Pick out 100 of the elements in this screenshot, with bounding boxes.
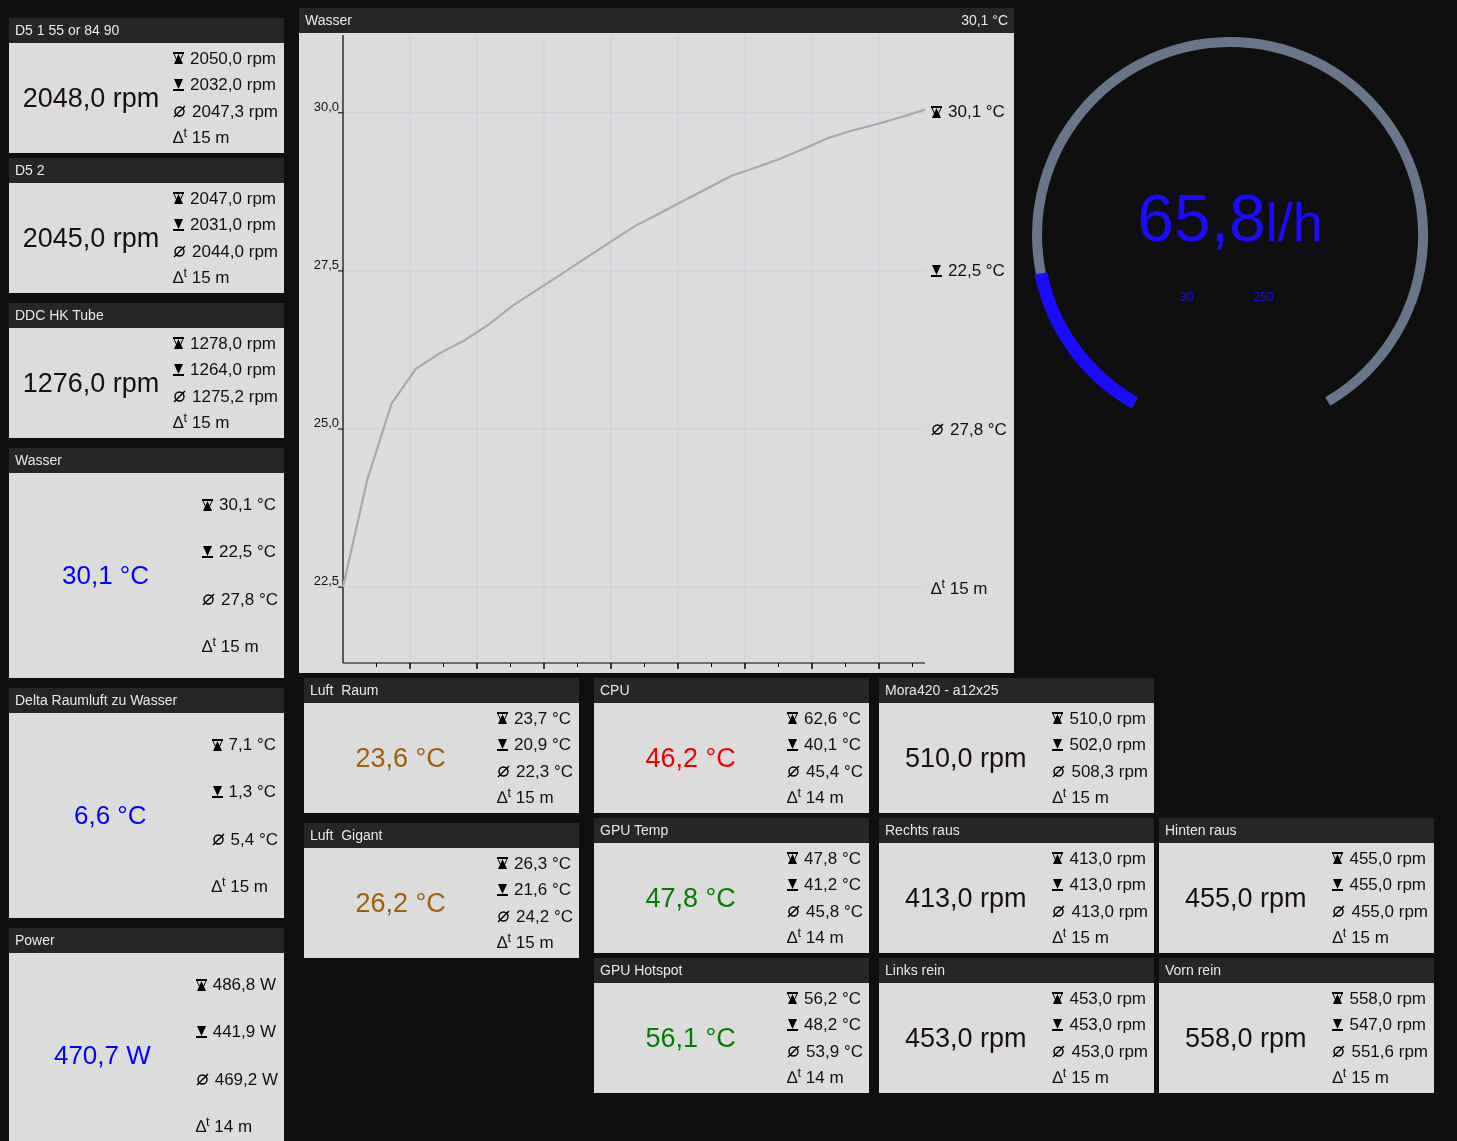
tile-title: Wasser [15,451,62,470]
max-icon [173,52,184,65]
stat-text: 21,6 °C [514,881,571,899]
flow-value: 65,8 [1137,185,1266,251]
stat-text: 23,7 °C [514,709,571,727]
y-tick-label: 25,0 [313,415,339,430]
sensor-value: 26,2 °C [355,886,446,920]
average-icon [173,244,186,258]
min-icon [211,785,223,798]
sensor-value: 6,6 °C [74,799,147,832]
min-icon [497,738,509,751]
max-icon [195,978,207,991]
max-icon [787,852,799,865]
min-icon [1052,738,1064,751]
y-tick-label: 30,0 [313,98,339,114]
stat-text: 22,3 °C [516,762,573,780]
average-icon [1052,904,1066,918]
sensor-value: 413,0 rpm [904,881,1027,915]
max-icon [787,712,799,725]
sensor-value: 47,8 °C [645,881,736,915]
average-icon [931,423,944,436]
max-icon [931,105,942,118]
stat-text: ∆$^{t}$ 14 m [787,789,845,807]
tile-title: D5 1 55 or 84 90 [15,21,120,40]
stat-text: 1,3 °C [228,783,276,801]
sensor-value: 2048,0 rpm [22,81,160,115]
stat-text: 502,0 rpm [1069,736,1146,754]
tile-title: Rechts raus [885,821,960,840]
average-icon [1332,1044,1346,1058]
stat-text: 551,6 rpm [1351,1042,1428,1060]
max-icon [211,738,223,751]
stat-text: ∆$^{t}$ 15 m [202,637,260,655]
sensor-value: 56,1 °C [645,1021,736,1055]
stat-text: ∆$^{t}$ 15 m [1332,1069,1390,1087]
sensor-value: 470,7 W [53,1039,151,1072]
stat-text: ∆$^{t}$ 15 m [173,129,231,147]
stat-text: 30,1 °C [219,496,276,514]
max-icon [173,337,184,350]
stat-text: 547,0 rpm [1349,1016,1426,1034]
stat-text: 40,1 °C [804,736,861,754]
sensor-value: 1276,0 rpm [22,366,160,400]
stat-text: 455,0 rpm [1349,876,1426,894]
stat-text: 1264,0 rpm [190,361,276,379]
flow-unit: l/h [1265,195,1323,249]
stat-text: 486,8 W [212,976,276,994]
average-icon [787,1044,801,1058]
stat-text: 24,2 °C [516,907,573,925]
chart-title: Wasser [305,11,352,30]
stat-text: ∆$^{t}$ 15 m [173,414,231,432]
stat-text: ∆$^{t}$ 15 m [1052,929,1110,947]
tile-title: GPU Hotspot [600,961,683,980]
stat-text: 45,4 °C [806,762,863,780]
stat-text: ∆$^{t}$ 15 m [497,934,555,952]
average-icon [202,592,216,606]
stat-text: ∆$^{t}$ 15 m [497,789,555,807]
stat-text: 26,3 °C [514,854,571,872]
sensor-value: 510,0 rpm [904,741,1027,775]
stat-text: 30,1 °C [948,103,1005,120]
stat-text: ∆$^{t}$ 15 m [1052,1069,1110,1087]
min-icon [787,1018,799,1031]
tile-title: Luft Gigant [310,826,383,845]
stat-text: 22,5 °C [219,543,276,561]
tile-title: Mora420 - a12x25 [885,681,999,700]
max-icon [1052,712,1064,725]
min-icon [173,218,184,231]
max-icon [497,712,509,725]
sensor-value: 2045,0 rpm [22,221,160,255]
max-icon [202,498,214,511]
stat-text: 22,5 °C [948,262,1005,279]
stat-text: 2047,3 rpm [192,102,278,120]
tile-title: DDC HK Tube [15,306,104,325]
stat-text: 455,0 rpm [1351,902,1428,920]
average-icon [787,764,801,778]
chart-reading: 30,1 °C [961,11,1008,30]
stat-text: 453,0 rpm [1069,1016,1146,1034]
stat-text: 56,2 °C [804,989,861,1007]
stat-text: 508,3 rpm [1071,762,1148,780]
tile-title: Luft Raum [310,681,379,700]
y-tick-label: 27,5 [313,256,339,272]
min-icon [173,78,184,91]
stat-text: ∆$^{t}$ 14 m [787,1069,845,1087]
stat-text: 7,1 °C [228,736,276,754]
stat-text: 48,2 °C [804,1016,861,1034]
stat-text: 27,8 °C [950,421,1007,438]
max-icon [1332,852,1344,865]
stat-text: 469,2 W [214,1070,278,1088]
stat-text: 45,8 °C [806,902,863,920]
stat-text: 1275,2 rpm [192,387,278,405]
max-icon [173,192,184,205]
gauge-min-label: 30 [1180,289,1194,306]
stat-text: ∆$^{t}$ 14 m [787,929,845,947]
stat-text: ∆$^{t}$ 15 m [211,877,270,895]
sensor-value: 558,0 rpm [1184,1021,1307,1055]
average-icon [173,389,186,403]
average-icon [787,904,801,918]
stat-text: 53,9 °C [806,1042,863,1060]
sensor-value: 30,1 °C [62,559,150,592]
stat-text: 62,6 °C [804,709,861,727]
min-icon [1332,1018,1344,1031]
max-icon [787,992,799,1005]
